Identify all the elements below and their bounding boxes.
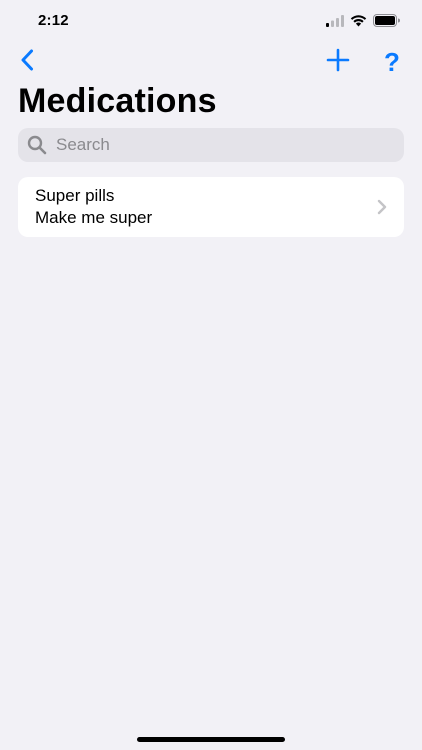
plus-icon <box>326 48 350 77</box>
battery-icon <box>373 14 400 32</box>
add-medication-button[interactable] <box>322 46 354 78</box>
back-button[interactable] <box>14 48 40 76</box>
list-item[interactable]: Super pills Make me super <box>18 177 404 237</box>
search-bar[interactable] <box>18 128 404 162</box>
home-indicator <box>137 737 285 742</box>
chevron-right-icon <box>376 198 388 216</box>
search-icon <box>26 134 48 156</box>
cellular-signal-icon <box>326 14 344 32</box>
status-icons <box>326 14 400 32</box>
medication-description: Make me super <box>35 208 153 227</box>
chevron-left-icon <box>20 49 34 76</box>
search-input[interactable] <box>54 134 398 156</box>
help-button[interactable]: ? <box>380 46 404 78</box>
status-time: 2:12 <box>38 12 69 29</box>
wifi-icon <box>350 14 367 32</box>
navigation-bar: ? <box>0 44 422 80</box>
medication-name: Super pills <box>35 186 115 205</box>
status-bar: 2:12 <box>0 0 422 44</box>
page-title: Medications <box>18 82 217 120</box>
